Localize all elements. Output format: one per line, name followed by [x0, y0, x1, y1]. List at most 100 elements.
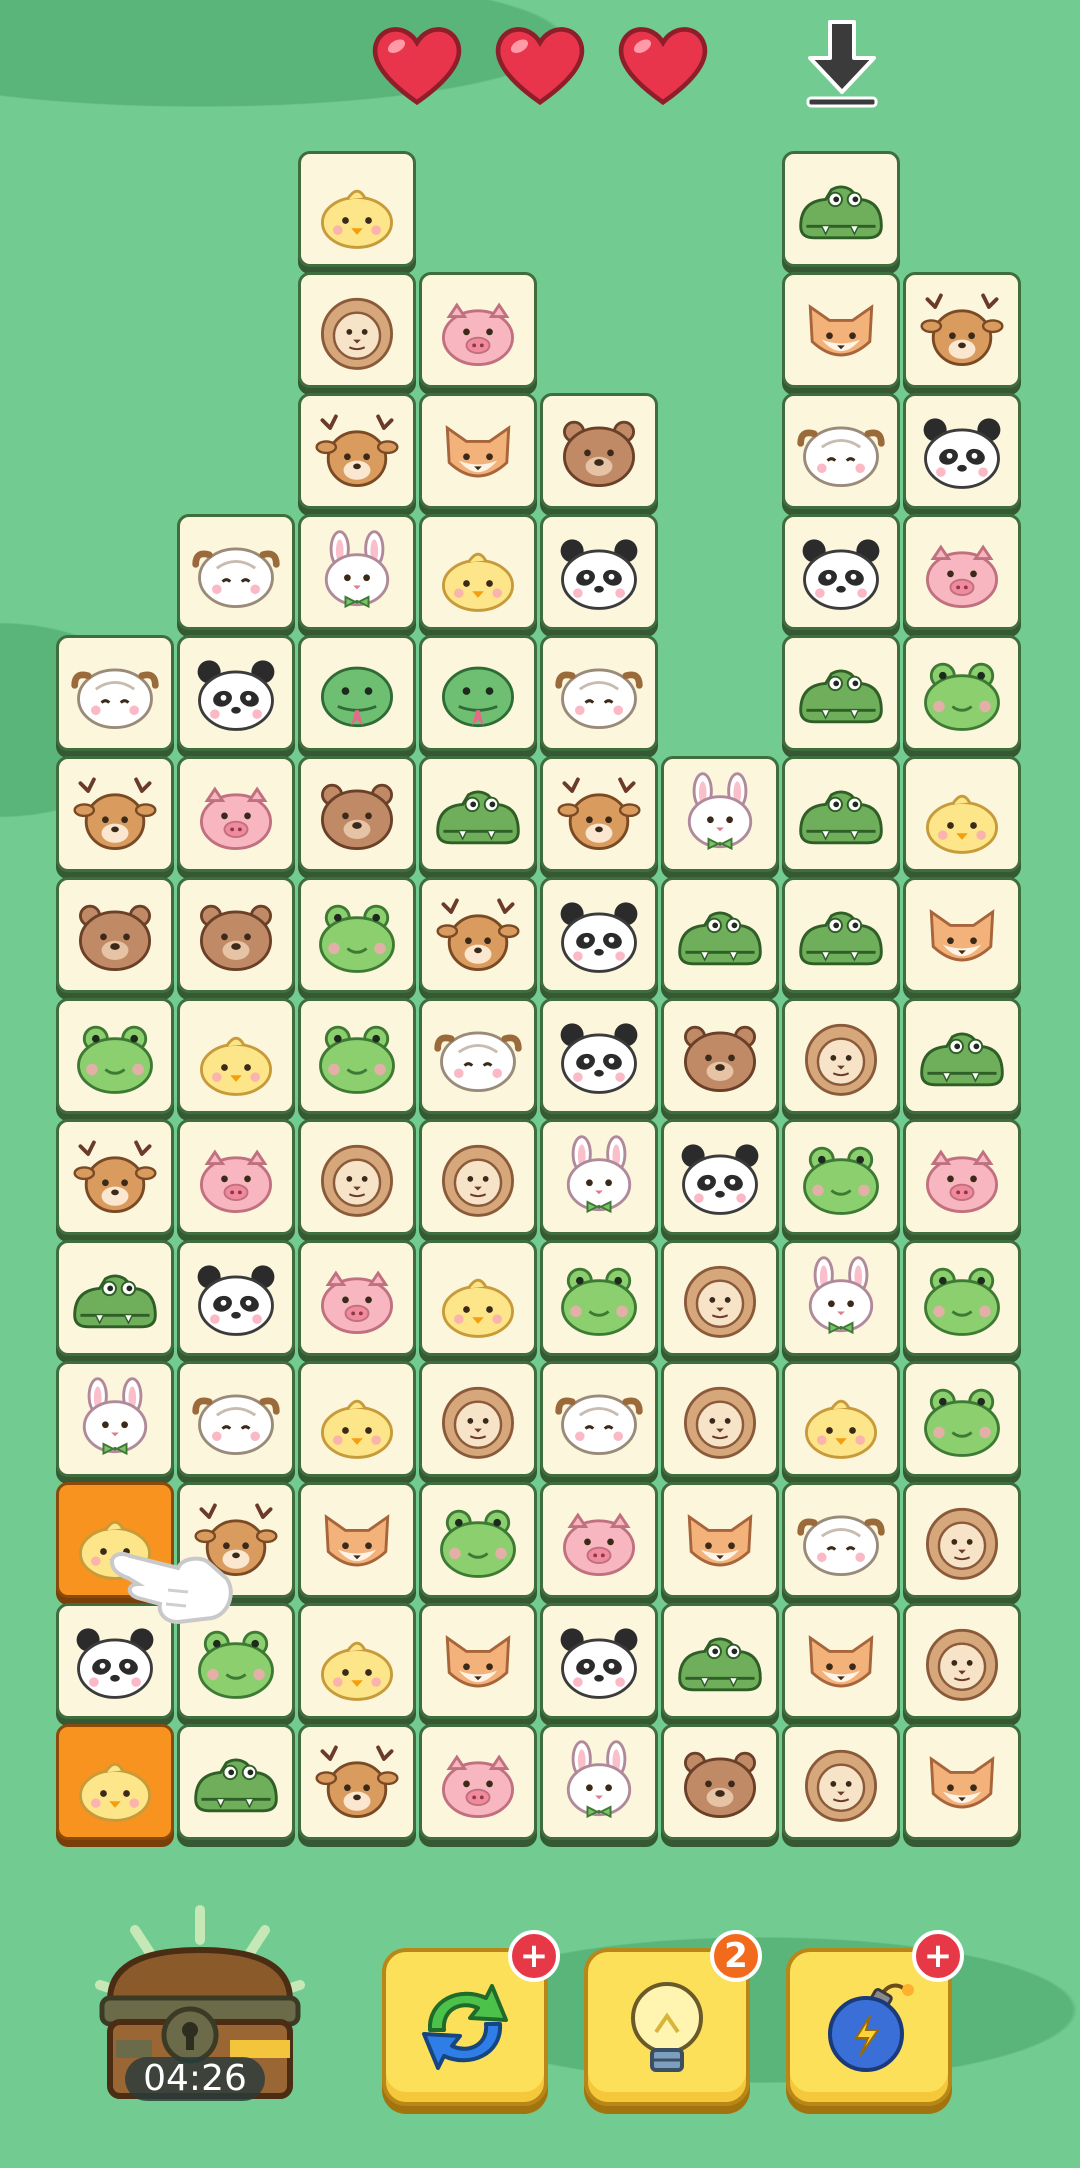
- tile-fox[interactable]: [782, 272, 900, 388]
- shuffle-add-badge[interactable]: +: [508, 1930, 560, 1982]
- bomb-add-badge[interactable]: +: [912, 1930, 964, 1982]
- tile-panda[interactable]: [661, 1119, 779, 1235]
- tile-bear[interactable]: [540, 393, 658, 509]
- tile-panda[interactable]: [540, 1603, 658, 1719]
- tile-pig[interactable]: [540, 1482, 658, 1598]
- tile-fox[interactable]: [661, 1482, 779, 1598]
- tile-sheep[interactable]: [782, 393, 900, 509]
- tile-rabbit[interactable]: [298, 514, 416, 630]
- tile-frog[interactable]: [782, 1119, 900, 1235]
- tile-rabbit[interactable]: [661, 756, 779, 872]
- tile-crocodile[interactable]: [903, 998, 1021, 1114]
- tile-sheep[interactable]: [56, 635, 174, 751]
- tile-deer[interactable]: [56, 756, 174, 872]
- tile-frog[interactable]: [540, 1240, 658, 1356]
- tile-lion[interactable]: [419, 1361, 537, 1477]
- tile-deer[interactable]: [903, 272, 1021, 388]
- tile-lion[interactable]: [903, 1603, 1021, 1719]
- tile-lion[interactable]: [782, 1724, 900, 1840]
- tile-lion[interactable]: [298, 1119, 416, 1235]
- tile-frog[interactable]: [419, 1482, 537, 1598]
- tile-sheep[interactable]: [540, 1361, 658, 1477]
- tile-crocodile[interactable]: [661, 877, 779, 993]
- tile-crocodile[interactable]: [661, 1603, 779, 1719]
- tile-chick[interactable]: [782, 1361, 900, 1477]
- tile-fox[interactable]: [782, 1603, 900, 1719]
- tile-chick-selected[interactable]: [56, 1482, 174, 1598]
- tile-snake[interactable]: [298, 635, 416, 751]
- tile-fox[interactable]: [419, 393, 537, 509]
- tile-lion[interactable]: [298, 272, 416, 388]
- tile-sheep[interactable]: [177, 514, 295, 630]
- tile-pig[interactable]: [419, 272, 537, 388]
- bomb-booster-button[interactable]: +: [786, 1930, 964, 2106]
- tile-bear[interactable]: [177, 877, 295, 993]
- tile-pig[interactable]: [903, 514, 1021, 630]
- tile-crocodile[interactable]: [782, 877, 900, 993]
- tile-crocodile[interactable]: [177, 1724, 295, 1840]
- tile-pig[interactable]: [903, 1119, 1021, 1235]
- tile-crocodile[interactable]: [419, 756, 537, 872]
- tile-frog[interactable]: [903, 635, 1021, 751]
- tile-bear[interactable]: [661, 1724, 779, 1840]
- tile-deer[interactable]: [540, 756, 658, 872]
- tile-crocodile[interactable]: [782, 151, 900, 267]
- tile-frog[interactable]: [298, 998, 416, 1114]
- tile-fox[interactable]: [419, 1603, 537, 1719]
- tile-panda[interactable]: [540, 514, 658, 630]
- tile-rabbit[interactable]: [782, 1240, 900, 1356]
- tile-deer[interactable]: [177, 1482, 295, 1598]
- tile-bear[interactable]: [298, 756, 416, 872]
- tile-snake[interactable]: [419, 635, 537, 751]
- tile-frog[interactable]: [298, 877, 416, 993]
- tile-crocodile[interactable]: [56, 1240, 174, 1356]
- hint-booster-button[interactable]: 2: [584, 1930, 762, 2106]
- tile-panda[interactable]: [782, 514, 900, 630]
- tile-sheep[interactable]: [782, 1482, 900, 1598]
- tile-panda[interactable]: [177, 1240, 295, 1356]
- tile-deer[interactable]: [298, 1724, 416, 1840]
- tile-sheep[interactable]: [419, 998, 537, 1114]
- tile-bear[interactable]: [56, 877, 174, 993]
- tile-crocodile[interactable]: [782, 635, 900, 751]
- tile-crocodile[interactable]: [782, 756, 900, 872]
- tile-chick[interactable]: [298, 151, 416, 267]
- tile-frog[interactable]: [903, 1361, 1021, 1477]
- tile-deer[interactable]: [298, 393, 416, 509]
- tile-rabbit[interactable]: [56, 1361, 174, 1477]
- tile-chick[interactable]: [298, 1361, 416, 1477]
- tile-chick-selected[interactable]: [56, 1724, 174, 1840]
- tile-chick[interactable]: [419, 514, 537, 630]
- tile-panda[interactable]: [177, 635, 295, 751]
- tile-lion[interactable]: [661, 1361, 779, 1477]
- tile-rabbit[interactable]: [540, 1119, 658, 1235]
- tile-fox[interactable]: [903, 1724, 1021, 1840]
- tile-bear[interactable]: [661, 998, 779, 1114]
- tile-deer[interactable]: [56, 1119, 174, 1235]
- tile-pig[interactable]: [177, 1119, 295, 1235]
- tile-pig[interactable]: [177, 756, 295, 872]
- tile-sheep[interactable]: [540, 635, 658, 751]
- tile-panda[interactable]: [540, 877, 658, 993]
- tile-fox[interactable]: [903, 877, 1021, 993]
- tile-frog[interactable]: [56, 998, 174, 1114]
- tile-chick[interactable]: [177, 998, 295, 1114]
- tile-panda[interactable]: [903, 393, 1021, 509]
- tile-chick[interactable]: [419, 1240, 537, 1356]
- tile-panda[interactable]: [540, 998, 658, 1114]
- tile-lion[interactable]: [782, 998, 900, 1114]
- tile-deer[interactable]: [419, 877, 537, 993]
- tile-frog[interactable]: [903, 1240, 1021, 1356]
- tile-lion[interactable]: [903, 1482, 1021, 1598]
- tile-sheep[interactable]: [177, 1361, 295, 1477]
- tile-lion[interactable]: [661, 1240, 779, 1356]
- tile-chick[interactable]: [298, 1603, 416, 1719]
- tile-frog[interactable]: [177, 1603, 295, 1719]
- shuffle-booster-button[interactable]: +: [382, 1930, 560, 2106]
- tile-chick[interactable]: [903, 756, 1021, 872]
- tile-pig[interactable]: [419, 1724, 537, 1840]
- tile-fox[interactable]: [298, 1482, 416, 1598]
- tile-rabbit[interactable]: [540, 1724, 658, 1840]
- tile-pig[interactable]: [298, 1240, 416, 1356]
- tile-panda[interactable]: [56, 1603, 174, 1719]
